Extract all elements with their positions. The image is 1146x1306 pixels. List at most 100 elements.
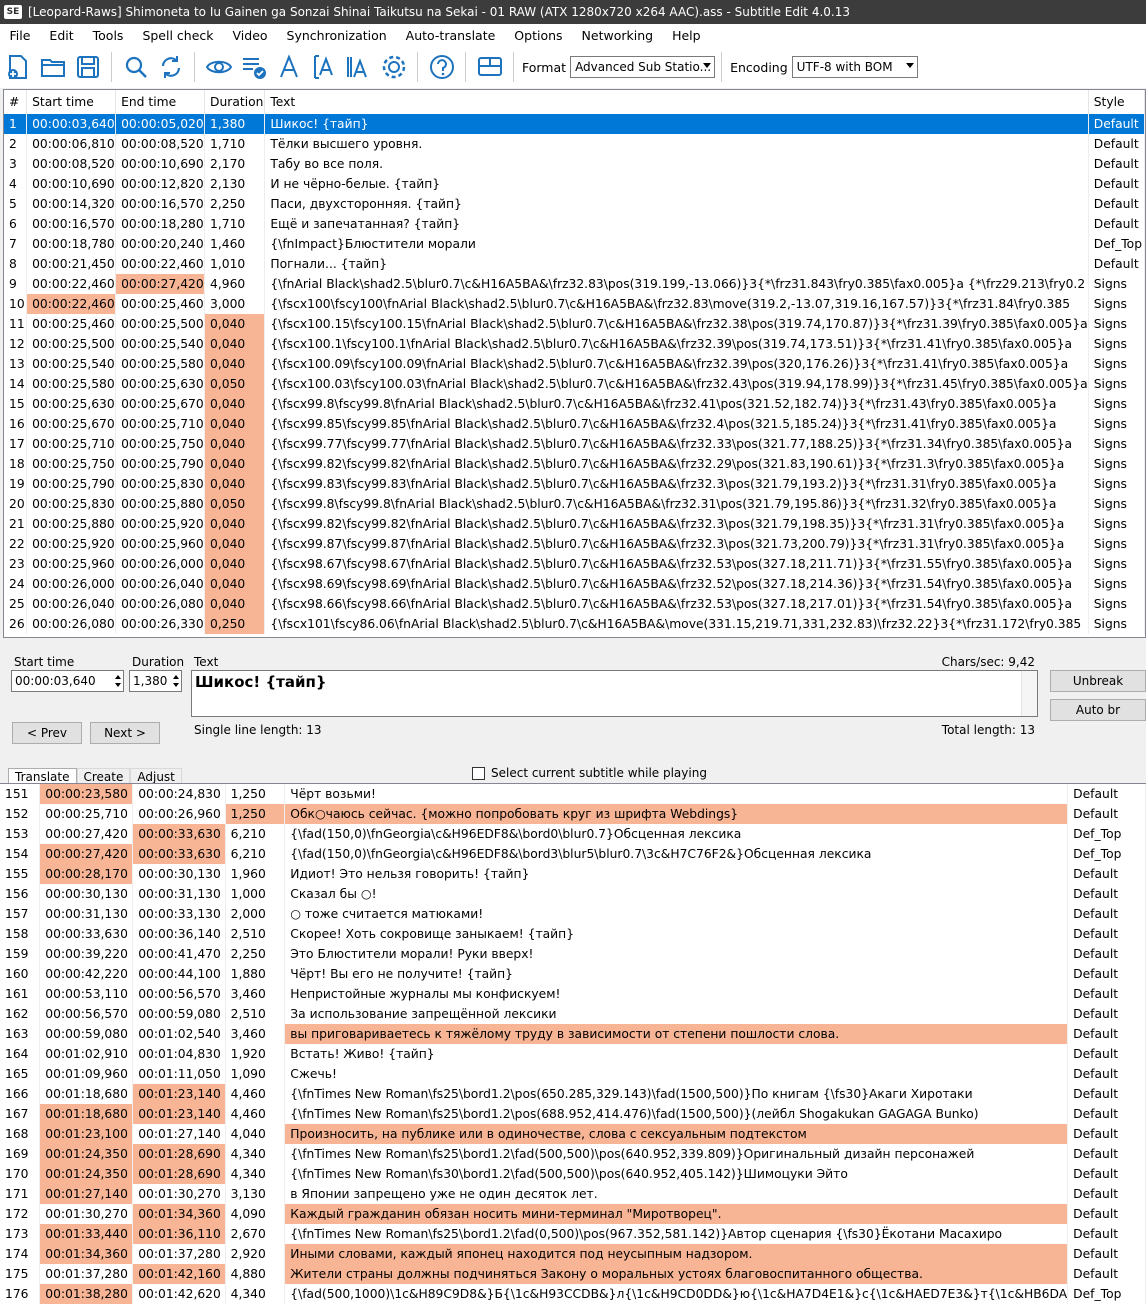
menu-spell-check[interactable]: Spell check bbox=[133, 28, 223, 43]
new-file-icon[interactable] bbox=[1, 50, 35, 84]
find-icon[interactable] bbox=[119, 50, 153, 84]
table-row[interactable]: 165 00:01:09,960 00:01:11,050 1,090 Сжечь! De… bbox=[0, 1064, 1146, 1084]
table-row[interactable]: 5 00:00:14,320 00:00:16,570 2,250 Паси, двух… bbox=[4, 194, 1145, 214]
spin-down-icon[interactable] bbox=[173, 683, 179, 687]
table-row[interactable]: 18 00:00:25,750 00:00:25,790 0,040 {\fscx99.… bbox=[4, 454, 1145, 474]
table-row[interactable]: 171 00:01:27,140 00:01:30,270 3,130 в Японии… bbox=[0, 1184, 1146, 1204]
table-row[interactable]: 17 00:00:25,710 00:00:25,750 0,040 {\fscx99.… bbox=[4, 434, 1145, 454]
table-row[interactable]: 172 00:01:30,270 00:01:34,360 4,090 Каждый г… bbox=[0, 1204, 1146, 1224]
table-row[interactable]: 2 00:00:06,810 00:00:08,520 1,710 Тёлки высш… bbox=[4, 134, 1145, 154]
text-scrollbar[interactable] bbox=[1021, 671, 1037, 716]
menu-help[interactable]: Help bbox=[663, 28, 711, 43]
select-current-checkbox[interactable] bbox=[472, 766, 485, 780]
column-header-number[interactable]: # bbox=[4, 90, 28, 114]
table-row[interactable]: 162 00:00:56,570 00:00:59,080 2,510 За испол… bbox=[0, 1004, 1146, 1024]
open-folder-icon[interactable] bbox=[36, 50, 70, 84]
spell-check-icon[interactable] bbox=[237, 50, 271, 84]
table-row[interactable]: 173 00:01:33,440 00:01:36,110 2,670 {\fnTime… bbox=[0, 1224, 1146, 1244]
table-row[interactable]: 164 00:01:02,910 00:01:04,830 1,920 Встать! … bbox=[0, 1044, 1146, 1064]
table-row[interactable]: 14 00:00:25,580 00:00:25,630 0,050 {\fscx100… bbox=[4, 374, 1145, 394]
table-row[interactable]: 21 00:00:25,880 00:00:25,920 0,040 {\fscx99.… bbox=[4, 514, 1145, 534]
table-row[interactable]: 8 00:00:21,450 00:00:22,460 1,010 Погнали...… bbox=[4, 254, 1145, 274]
table-row[interactable]: 153 00:00:27,420 00:00:33,630 6,210 {\fad(15… bbox=[0, 824, 1146, 844]
table-row[interactable]: 6 00:00:16,570 00:00:18,280 1,710 Ещё и запе… bbox=[4, 214, 1145, 234]
table-row[interactable]: 160 00:00:42,220 00:00:44,100 1,880 Чёрт! Вы… bbox=[0, 964, 1146, 984]
select-current-option[interactable]: Select current subtitle while playing bbox=[472, 766, 707, 780]
spin-down-icon[interactable] bbox=[115, 683, 121, 687]
next-button[interactable]: Next > bbox=[90, 722, 160, 744]
start-time-input[interactable]: 00:00:03,640 bbox=[11, 670, 124, 692]
replace-icon[interactable] bbox=[154, 50, 188, 84]
table-row[interactable]: 13 00:00:25,540 00:00:25,580 0,040 {\fscx100… bbox=[4, 354, 1145, 374]
prev-button[interactable]: < Prev bbox=[12, 722, 82, 744]
table-row[interactable]: 25 00:00:26,040 00:00:26,080 0,040 {\fscx98.… bbox=[4, 594, 1145, 614]
column-header-style[interactable]: Style bbox=[1088, 90, 1145, 114]
column-header-start-time[interactable]: Start time bbox=[26, 90, 117, 114]
cell-number: 25 bbox=[4, 594, 28, 614]
menu-video[interactable]: Video bbox=[223, 28, 277, 43]
menu-synchronization[interactable]: Synchronization bbox=[277, 28, 396, 43]
encoding-select[interactable]: UTF-8 with BOM bbox=[791, 56, 918, 78]
table-row[interactable]: 26 00:00:26,080 00:00:26,330 0,250 {\fscx101… bbox=[4, 614, 1145, 634]
settings-gear-icon[interactable] bbox=[377, 50, 411, 84]
table-row[interactable]: 159 00:00:39,220 00:00:41,470 2,250 Это Блюс… bbox=[0, 944, 1146, 964]
table-row[interactable]: 175 00:01:37,280 00:01:42,160 4,880 Жители с… bbox=[0, 1264, 1146, 1284]
table-row[interactable]: 169 00:01:24,350 00:01:28,690 4,340 {\fnTime… bbox=[0, 1144, 1146, 1164]
table-row[interactable]: 16 00:00:25,670 00:00:25,710 0,040 {\fscx99.… bbox=[4, 414, 1145, 434]
table-row[interactable]: 155 00:00:28,170 00:00:30,130 1,960 Идиот! Э… bbox=[0, 864, 1146, 884]
table-row[interactable]: 11 00:00:25,460 00:00:25,500 0,040 {\fscx100… bbox=[4, 314, 1145, 334]
save-icon[interactable] bbox=[71, 50, 105, 84]
table-row[interactable]: 166 00:01:18,680 00:01:23,140 4,460 {\fnTime… bbox=[0, 1084, 1146, 1104]
menu-tools[interactable]: Tools bbox=[83, 28, 133, 43]
table-row[interactable]: 176 00:01:38,280 00:01:42,620 4,340 {\fad(50… bbox=[0, 1284, 1146, 1304]
layout-icon[interactable] bbox=[473, 50, 507, 84]
visual-sync-icon[interactable] bbox=[202, 50, 236, 84]
table-row[interactable]: 9 00:00:22,460 00:00:27,420 4,960 {\fnArial … bbox=[4, 274, 1145, 294]
menu-edit[interactable]: Edit bbox=[40, 28, 83, 43]
table-row[interactable]: 156 00:00:30,130 00:00:31,130 1,000 Сказал б… bbox=[0, 884, 1146, 904]
translate-grid[interactable]: 151 00:00:23,580 00:00:24,830 1,250 Чёрт воз… bbox=[0, 783, 1146, 1306]
table-row[interactable]: 4 00:00:10,690 00:00:12,820 2,130 И не чёрно… bbox=[4, 174, 1145, 194]
subtitle-grid[interactable]: # Start time End time Duration Text Styl… bbox=[3, 89, 1146, 638]
table-row[interactable]: 1 00:00:03,640 00:00:05,020 1,380 Шикос! {та… bbox=[4, 114, 1145, 134]
table-row[interactable]: 20 00:00:25,830 00:00:25,880 0,050 {\fscx99.… bbox=[4, 494, 1145, 514]
menu-networking[interactable]: Networking bbox=[572, 28, 663, 43]
table-row[interactable]: 19 00:00:25,790 00:00:25,830 0,040 {\fscx99.… bbox=[4, 474, 1145, 494]
table-row[interactable]: 170 00:01:24,350 00:01:28,690 4,340 {\fnTime… bbox=[0, 1164, 1146, 1184]
spin-up-icon[interactable] bbox=[115, 675, 121, 679]
table-row[interactable]: 154 00:00:27,420 00:00:33,630 6,210 {\fad(15… bbox=[0, 844, 1146, 864]
table-row[interactable]: 168 00:01:23,100 00:01:27,140 4,040 Произнос… bbox=[0, 1124, 1146, 1144]
help-icon[interactable] bbox=[425, 50, 459, 84]
table-row[interactable]: 10 00:00:22,460 00:00:25,460 3,000 {\fscx100… bbox=[4, 294, 1145, 314]
table-row[interactable]: 23 00:00:25,960 00:00:26,000 0,040 {\fscx98.… bbox=[4, 554, 1145, 574]
table-row[interactable]: 15 00:00:25,630 00:00:25,670 0,040 {\fscx99.… bbox=[4, 394, 1145, 414]
table-row[interactable]: 174 00:01:34,360 00:01:37,280 2,920 Иными сл… bbox=[0, 1244, 1146, 1264]
table-row[interactable]: 152 00:00:25,710 00:00:26,960 1,250 Обк○чаюс… bbox=[0, 804, 1146, 824]
subtitle-text-input[interactable]: Шикос! {тайп} bbox=[191, 670, 1038, 717]
table-row[interactable]: 22 00:00:25,920 00:00:25,960 0,040 {\fscx99.… bbox=[4, 534, 1145, 554]
table-row[interactable]: 12 00:00:25,500 00:00:25,540 0,040 {\fscx100… bbox=[4, 334, 1145, 354]
table-row[interactable]: 157 00:00:31,130 00:00:33,130 2,000 ○ тоже с… bbox=[0, 904, 1146, 924]
table-row[interactable]: 163 00:00:59,080 00:01:02,540 3,460 вы приго… bbox=[0, 1024, 1146, 1044]
auto-br-button[interactable]: Auto br bbox=[1050, 699, 1146, 721]
table-row[interactable]: 158 00:00:33,630 00:00:36,140 2,510 Скорее! … bbox=[0, 924, 1146, 944]
column-header-duration[interactable]: Duration bbox=[204, 90, 266, 114]
text-fit-icon[interactable] bbox=[307, 50, 341, 84]
table-row[interactable]: 161 00:00:53,110 00:00:56,570 3,460 Непристо… bbox=[0, 984, 1146, 1004]
column-header-end-time[interactable]: End time bbox=[115, 90, 206, 114]
duration-input[interactable]: 1,380 bbox=[129, 670, 182, 692]
table-row[interactable]: 24 00:00:26,000 00:00:26,040 0,040 {\fscx98.… bbox=[4, 574, 1145, 594]
table-row[interactable]: 3 00:00:08,520 00:00:10,690 2,170 Табу во вс… bbox=[4, 154, 1145, 174]
table-row[interactable]: 151 00:00:23,580 00:00:24,830 1,250 Чёрт воз… bbox=[0, 784, 1146, 804]
font-size-icon[interactable] bbox=[342, 50, 376, 84]
menu-file[interactable]: File bbox=[0, 28, 40, 43]
menu-options[interactable]: Options bbox=[505, 28, 572, 43]
column-header-text[interactable]: Text bbox=[264, 90, 1089, 114]
spin-up-icon[interactable] bbox=[173, 675, 179, 679]
menu-auto-translate[interactable]: Auto-translate bbox=[396, 28, 505, 43]
table-row[interactable]: 167 00:01:18,680 00:01:23,140 4,460 {\fnTime… bbox=[0, 1104, 1146, 1124]
unbreak-button[interactable]: Unbreak bbox=[1050, 670, 1146, 692]
table-row[interactable]: 7 00:00:18,780 00:00:20,240 1,460 {\fnImpact… bbox=[4, 234, 1145, 254]
format-select[interactable]: Advanced Sub Statio... bbox=[570, 56, 716, 78]
font-icon[interactable] bbox=[272, 50, 306, 84]
